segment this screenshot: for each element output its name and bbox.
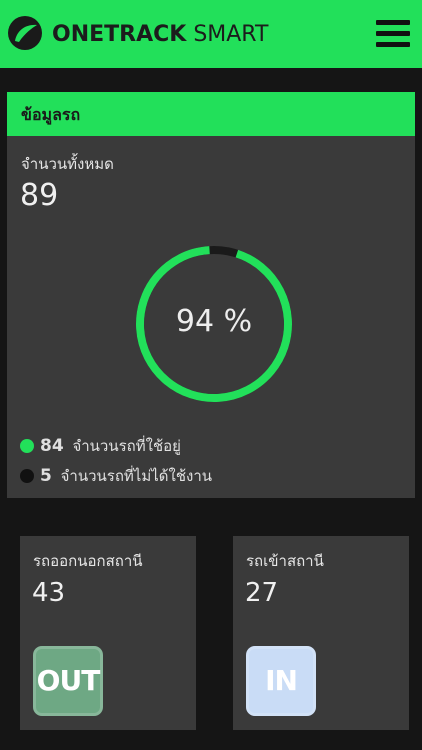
brand-name-light: SMART	[193, 22, 269, 47]
in-button[interactable]: IN	[246, 646, 316, 716]
legend-idle: 5 จำนวนรถที่ไม่ได้ใช้งาน	[20, 464, 212, 488]
card-out-value: 43	[32, 578, 66, 608]
legend-dot-in-use	[20, 439, 34, 453]
hamburger-menu-icon[interactable]	[376, 20, 410, 48]
card-vehicles-out: รถออกนอกสถานี 43 OUT	[20, 536, 196, 730]
top-bar: ONETRACK SMART	[0, 0, 422, 68]
brand-title: ONETRACK SMART	[52, 20, 268, 50]
in-use-label: จำนวนรถที่ใช้อยู่	[72, 437, 181, 455]
idle-count: 5	[40, 466, 52, 486]
idle-label: จำนวนรถที่ไม่ได้ใช้งาน	[60, 467, 213, 485]
card-vehicles-in: รถเข้าสถานี 27 IN	[233, 536, 409, 730]
out-button[interactable]: OUT	[33, 646, 103, 716]
panel-title: ข้อมูลรถ	[21, 105, 81, 124]
panel-header: ข้อมูลรถ	[7, 92, 415, 136]
total-label: จำนวนทั้งหมด	[21, 155, 114, 173]
card-in-label: รถเข้าสถานี	[246, 552, 324, 570]
card-in-value: 27	[245, 578, 279, 608]
legend-in-use: 84 จำนวนรถที่ใช้อยู่	[20, 434, 181, 458]
legend-dot-idle	[20, 469, 34, 483]
card-out-label: รถออกนอกสถานี	[33, 552, 143, 570]
leaf-logo-icon	[8, 16, 42, 50]
brand-name-bold: ONETRACK	[52, 22, 187, 47]
in-use-count: 84	[40, 436, 64, 456]
total-value: 89	[20, 178, 59, 213]
vehicle-info-panel: ข้อมูลรถ จำนวนทั้งหมด 89 94 % 84 จำนวนรถ…	[7, 92, 415, 498]
usage-percent-text: 94 %	[175, 304, 253, 339]
